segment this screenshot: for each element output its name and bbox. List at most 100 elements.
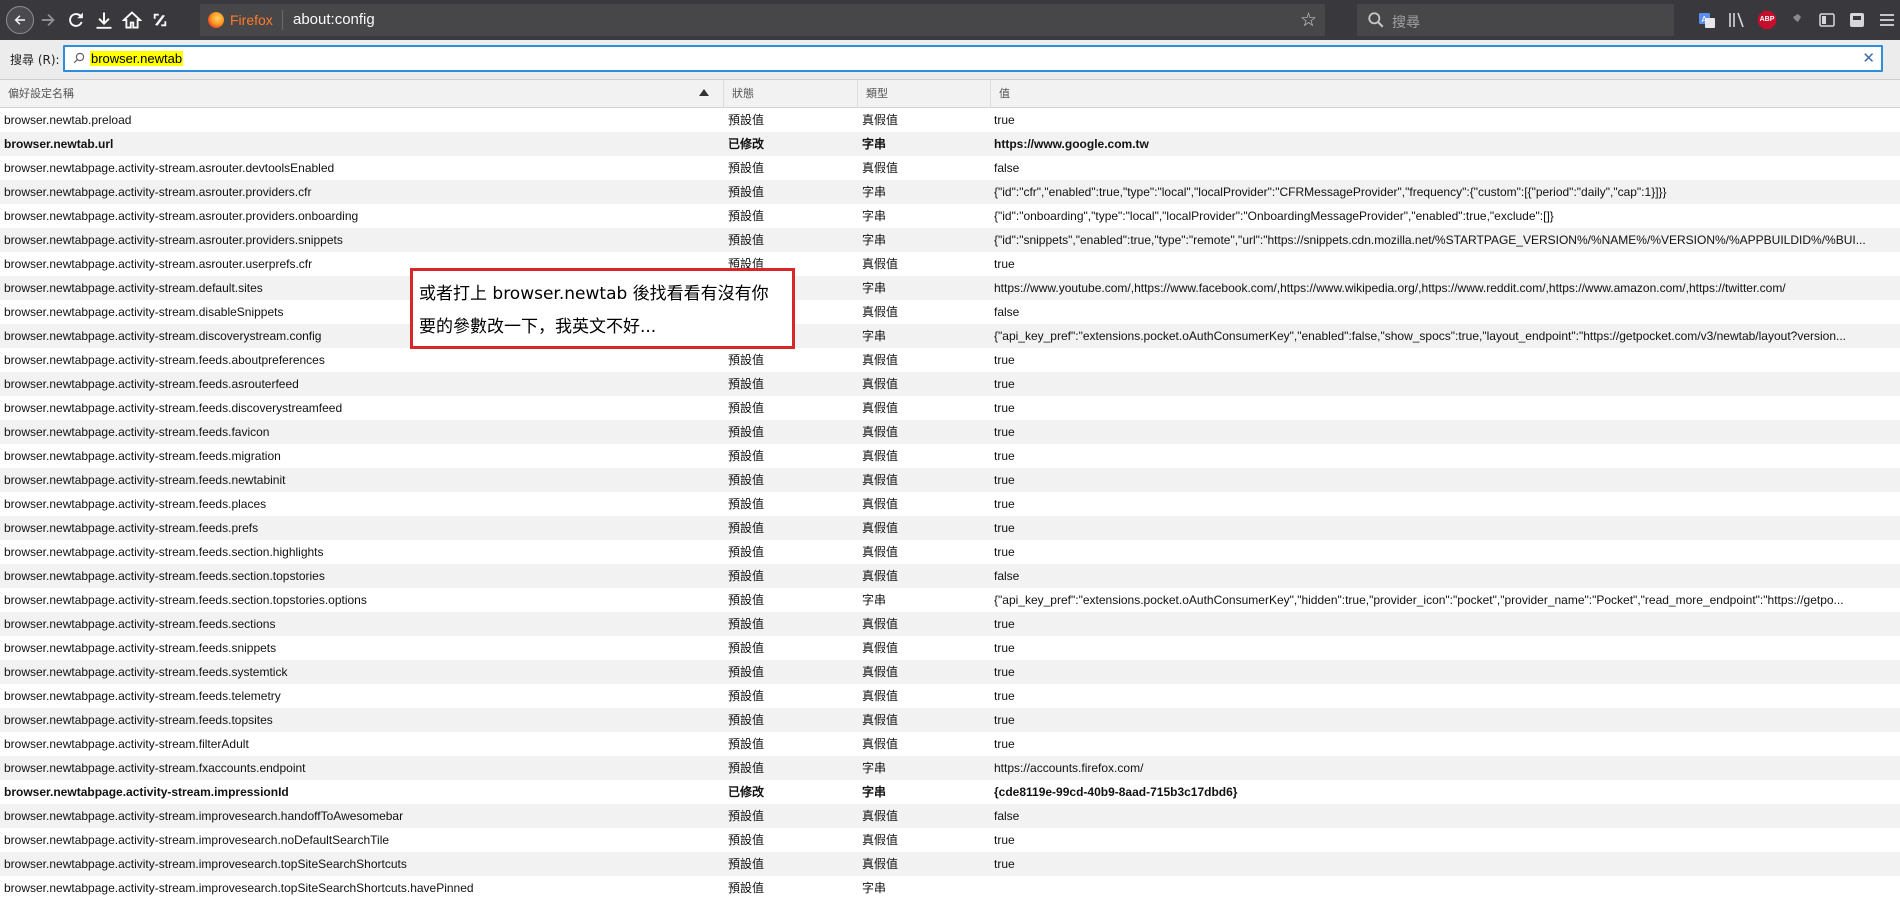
table-row[interactable]: browser.newtabpage.activity-stream.fxacc… (0, 756, 1900, 780)
pref-type-cell: 字串 (862, 185, 887, 199)
clear-icon[interactable]: ✕ (1862, 49, 1875, 67)
table-row[interactable]: browser.newtabpage.activity-stream.feeds… (0, 612, 1900, 636)
puzzle-icon[interactable] (1787, 10, 1807, 30)
library-icon[interactable] (1727, 10, 1747, 30)
pref-value-cell: true (994, 641, 1015, 655)
table-row[interactable]: browser.newtabpage.activity-stream.feeds… (0, 372, 1900, 396)
search-icon (1368, 12, 1384, 28)
table-row[interactable]: browser.newtabpage.activity-stream.feeds… (0, 492, 1900, 516)
table-row[interactable]: browser.newtabpage.activity-stream.feeds… (0, 564, 1900, 588)
pref-name-cell: browser.newtabpage.activity-stream.filte… (4, 737, 249, 751)
table-row[interactable]: browser.newtabpage.activity-stream.impro… (0, 876, 1900, 900)
pref-name-cell: browser.newtabpage.activity-stream.feeds… (4, 521, 259, 535)
star-icon[interactable]: ☆ (1300, 9, 1317, 31)
pref-name-cell: browser.newtabpage.activity-stream.asrou… (4, 209, 359, 223)
pref-status-cell: 預設值 (728, 161, 765, 175)
pref-value-cell: {"api_key_pref":"extensions.pocket.oAuth… (994, 593, 1844, 607)
table-row[interactable]: browser.newtabpage.activity-stream.filte… (0, 732, 1900, 756)
table-row[interactable]: browser.newtabpage.activity-stream.asrou… (0, 204, 1900, 228)
annotation-line-1: 或者打上 browser.newtab 後找看看有沒有你 (419, 284, 769, 304)
table-row[interactable]: browser.newtabpage.activity-stream.impro… (0, 804, 1900, 828)
pref-status-cell: 預設值 (728, 401, 765, 415)
table-row[interactable]: browser.newtabpage.activity-stream.feeds… (0, 684, 1900, 708)
pref-status-cell: 預設值 (728, 641, 765, 655)
abp-icon[interactable]: ABP (1758, 11, 1776, 29)
pref-value-cell (994, 876, 1900, 900)
web-search-bar[interactable]: 搜尋 (1357, 4, 1674, 36)
pref-type-cell: 真假值 (862, 161, 899, 175)
back-icon (14, 15, 25, 25)
table-row[interactable]: browser.newtabpage.activity-stream.impro… (0, 828, 1900, 852)
pref-status-cell: 預設值 (728, 833, 765, 847)
pref-value-cell: false (994, 809, 1020, 823)
config-search-input[interactable]: browser.newtab ✕ (63, 45, 1883, 72)
pref-value-cell: true (994, 857, 1015, 871)
config-search-row: 搜尋 (R): browser.newtab ✕ (0, 40, 1900, 108)
config-search-value[interactable]: browser.newtab (90, 51, 184, 66)
pref-type-cell: 字串 (862, 137, 887, 151)
table-row[interactable]: browser.newtabpage.activity-stream.impre… (0, 780, 1900, 804)
back-button[interactable] (6, 6, 34, 34)
column-header-name[interactable]: 偏好設定名稱 (0, 80, 724, 107)
identity-box[interactable]: Firefox (208, 10, 283, 30)
pref-name-cell: browser.newtabpage.activity-stream.feeds… (4, 545, 324, 559)
table-row[interactable]: browser.newtab.url 已修改 字串 https://www.googl… (0, 132, 1900, 156)
column-header-name-label: 偏好設定名稱 (8, 87, 74, 100)
table-row[interactable]: browser.newtabpage.activity-stream.asrou… (0, 180, 1900, 204)
screenshot-button[interactable] (148, 8, 172, 32)
table-row[interactable]: browser.newtabpage.activity-stream.feeds… (0, 420, 1900, 444)
sync-icon[interactable] (1847, 10, 1867, 30)
pref-name-cell: browser.newtabpage.activity-stream.feeds… (4, 617, 276, 631)
url-bar[interactable]: Firefox about:config ☆ (200, 4, 1325, 36)
pref-name-cell: browser.newtabpage.activity-stream.feeds… (4, 569, 325, 583)
pref-name-cell: browser.newtabpage.activity-stream.feeds… (4, 353, 325, 367)
table-row[interactable]: browser.newtabpage.activity-stream.disco… (0, 324, 1900, 348)
pref-name-cell: browser.newtabpage.activity-stream.feeds… (4, 689, 281, 703)
table-row[interactable]: browser.newtabpage.activity-stream.asrou… (0, 228, 1900, 252)
pref-value-cell: true (994, 377, 1015, 391)
table-row[interactable]: browser.newtabpage.activity-stream.defau… (0, 276, 1900, 300)
pref-status-cell: 預設值 (728, 473, 765, 487)
table-row[interactable]: browser.newtabpage.activity-stream.feeds… (0, 348, 1900, 372)
menu-icon[interactable] (1877, 10, 1897, 30)
column-header-value[interactable]: 值 (991, 80, 1900, 107)
column-header-status[interactable]: 狀態 (724, 80, 858, 107)
sidebar-icon[interactable] (1817, 10, 1837, 30)
table-row[interactable]: browser.newtabpage.activity-stream.feeds… (0, 540, 1900, 564)
pref-type-cell: 真假值 (862, 737, 899, 751)
url-text[interactable]: about:config (293, 11, 375, 28)
home-button[interactable] (120, 8, 144, 32)
table-row[interactable]: browser.newtabpage.activity-stream.feeds… (0, 444, 1900, 468)
pref-value-cell: true (994, 425, 1015, 439)
pref-type-cell: 真假值 (862, 257, 899, 271)
reload-button[interactable] (64, 8, 88, 32)
pref-status-cell: 已修改 (728, 785, 765, 799)
column-header-type[interactable]: 類型 (858, 80, 991, 107)
table-row[interactable]: browser.newtabpage.activity-stream.feeds… (0, 708, 1900, 732)
table-row[interactable]: browser.newtabpage.activity-stream.asrou… (0, 252, 1900, 276)
table-row[interactable]: browser.newtabpage.activity-stream.feeds… (0, 468, 1900, 492)
pref-status-cell: 預設值 (728, 545, 765, 559)
table-row[interactable]: browser.newtabpage.activity-stream.feeds… (0, 588, 1900, 612)
pref-status-cell: 預設值 (728, 185, 765, 199)
translate-icon[interactable]: A (1697, 10, 1717, 30)
forward-button[interactable] (36, 8, 60, 32)
table-row[interactable]: browser.newtabpage.activity-stream.feeds… (0, 516, 1900, 540)
table-row[interactable]: browser.newtabpage.activity-stream.feeds… (0, 660, 1900, 684)
table-row[interactable]: browser.newtabpage.activity-stream.disab… (0, 300, 1900, 324)
table-row[interactable]: browser.newtabpage.activity-stream.impro… (0, 852, 1900, 876)
table-row[interactable]: browser.newtabpage.activity-stream.feeds… (0, 396, 1900, 420)
pref-status-cell: 預設值 (728, 449, 765, 463)
table-row[interactable]: browser.newtabpage.activity-stream.feeds… (0, 636, 1900, 660)
pref-status-cell: 預設值 (728, 209, 765, 223)
table-row[interactable]: browser.newtabpage.activity-stream.asrou… (0, 156, 1900, 180)
table-row[interactable]: browser.newtab.preload 預設值 真假值 true (0, 108, 1900, 132)
pref-type-cell: 字串 (862, 761, 887, 775)
pref-type-cell: 真假值 (862, 713, 899, 727)
pref-name-cell: browser.newtab.preload (4, 113, 132, 127)
forward-icon (41, 14, 55, 26)
download-button[interactable] (92, 8, 116, 32)
pref-type-cell: 字串 (862, 329, 887, 343)
pref-value-cell: false (994, 569, 1020, 583)
pref-name-cell: browser.newtabpage.activity-stream.fxacc… (4, 761, 306, 775)
